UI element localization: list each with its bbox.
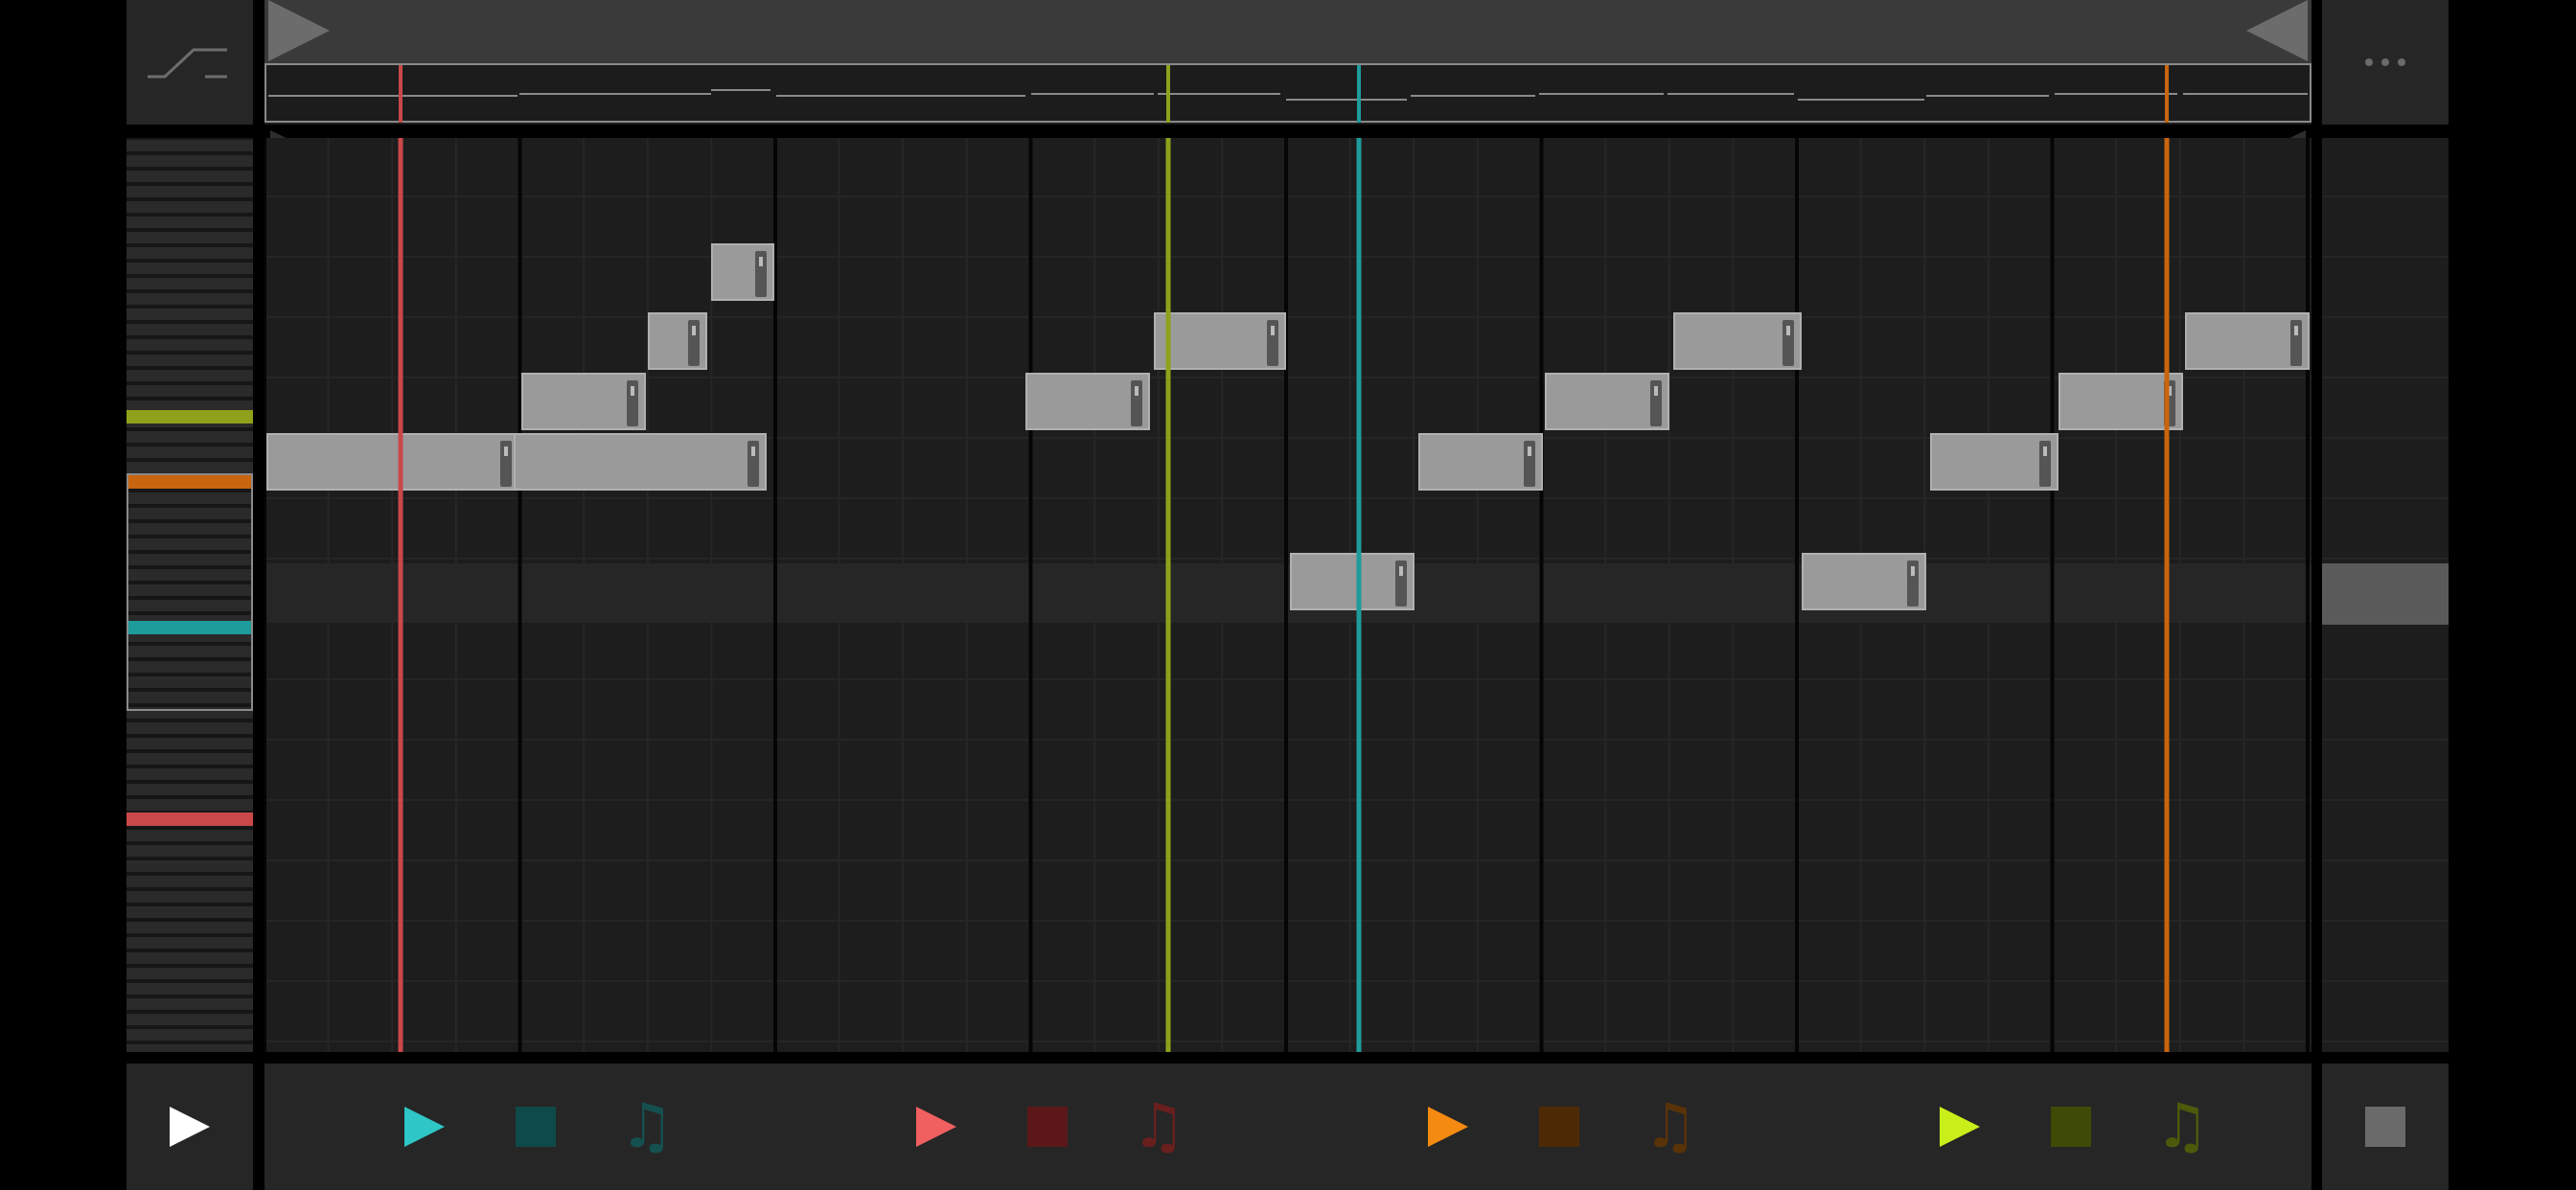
piano-key[interactable] [126, 753, 253, 765]
piano-key[interactable] [126, 263, 253, 274]
play-icon [916, 1107, 956, 1147]
track-record-button[interactable]: ♫ [1118, 1087, 1199, 1167]
piano-key[interactable] [126, 155, 253, 167]
piano-key[interactable] [126, 1029, 253, 1041]
piano-roll-grid[interactable] [264, 138, 2312, 1052]
music-note-icon: ♫ [1643, 1091, 1698, 1162]
piano-key[interactable] [126, 922, 253, 933]
more-dots-icon [2365, 58, 2405, 66]
track-record-button[interactable]: ♫ [607, 1087, 687, 1167]
piano-key[interactable] [126, 217, 253, 228]
play-icon [1428, 1107, 1468, 1147]
music-note-icon: ♫ [619, 1091, 675, 1162]
piano-key[interactable] [126, 462, 253, 473]
stop-icon [2365, 1107, 2405, 1147]
global-stop-button[interactable] [2322, 1064, 2449, 1190]
stop-icon [1539, 1107, 1579, 1147]
global-play-button[interactable] [126, 1064, 253, 1190]
track-play-button[interactable] [1408, 1087, 1488, 1167]
piano-key[interactable] [126, 171, 253, 182]
sequencer-app: ♫ ♫ ♫ ♫ [0, 0, 2576, 1190]
track-marker-red [126, 812, 253, 826]
stop-icon [516, 1107, 556, 1147]
piano-key[interactable] [126, 324, 253, 335]
selected-row-indicator[interactable] [2322, 563, 2449, 625]
music-note-icon: ♫ [1131, 1091, 1186, 1162]
piano-key[interactable] [126, 140, 253, 151]
track-record-button[interactable]: ♫ [2142, 1087, 2222, 1167]
play-icon [404, 1107, 445, 1147]
piano-key[interactable] [126, 968, 253, 979]
piano-key[interactable] [126, 370, 253, 381]
piano-key[interactable] [126, 355, 253, 366]
track-transport-bar: ♫ ♫ ♫ ♫ [264, 1064, 2312, 1190]
track-record-button[interactable]: ♫ [1630, 1087, 1711, 1167]
track-play-button[interactable] [1920, 1087, 2000, 1167]
piano-key[interactable] [126, 186, 253, 197]
piano-key[interactable] [126, 722, 253, 734]
piano-key[interactable] [126, 201, 253, 213]
piano-key[interactable] [126, 876, 253, 887]
automation-button[interactable] [126, 0, 253, 125]
keyboard-viewport[interactable] [126, 473, 253, 711]
piano-key[interactable] [126, 937, 253, 949]
piano-key[interactable] [126, 830, 253, 841]
piano-key[interactable] [126, 891, 253, 903]
piano-key[interactable] [126, 998, 253, 1010]
timeline-overview[interactable] [264, 0, 2312, 186]
piano-key[interactable] [126, 845, 253, 857]
track-stop-button[interactable] [2031, 1087, 2111, 1167]
piano-key[interactable] [126, 309, 253, 320]
piano-key[interactable] [126, 906, 253, 918]
piano-key[interactable] [126, 768, 253, 780]
piano-key[interactable] [126, 339, 253, 351]
track-marker-green [126, 410, 253, 423]
piano-key[interactable] [126, 385, 253, 397]
piano-key[interactable] [126, 738, 253, 749]
track-stop-button[interactable] [1519, 1087, 1599, 1167]
velocity-column[interactable] [2322, 138, 2449, 1052]
play-icon [170, 1107, 210, 1147]
piano-key[interactable] [126, 293, 253, 305]
more-button[interactable] [2322, 0, 2449, 125]
play-icon [1940, 1107, 1980, 1147]
stop-icon [2051, 1107, 2091, 1147]
stop-icon [1027, 1107, 1068, 1147]
piano-keyboard[interactable] [126, 138, 253, 1052]
music-note-icon: ♫ [2154, 1091, 2210, 1162]
track-stop-button[interactable] [1007, 1087, 1088, 1167]
piano-key[interactable] [126, 784, 253, 795]
track-play-button[interactable] [384, 1087, 465, 1167]
piano-key[interactable] [126, 247, 253, 259]
overview-minimap [268, 65, 2308, 123]
piano-key[interactable] [126, 860, 253, 872]
piano-key[interactable] [126, 232, 253, 243]
automation-curve-icon [148, 48, 227, 79]
piano-key[interactable] [126, 1014, 253, 1025]
piano-key[interactable] [126, 278, 253, 289]
playheads [398, 138, 2170, 1052]
piano-key[interactable] [126, 446, 253, 458]
track-stop-button[interactable] [495, 1087, 576, 1167]
piano-key[interactable] [126, 952, 253, 964]
piano-key[interactable] [126, 799, 253, 811]
piano-key[interactable] [126, 431, 253, 443]
piano-key[interactable] [126, 983, 253, 995]
track-play-button[interactable] [896, 1087, 977, 1167]
piano-key[interactable] [126, 1044, 253, 1052]
